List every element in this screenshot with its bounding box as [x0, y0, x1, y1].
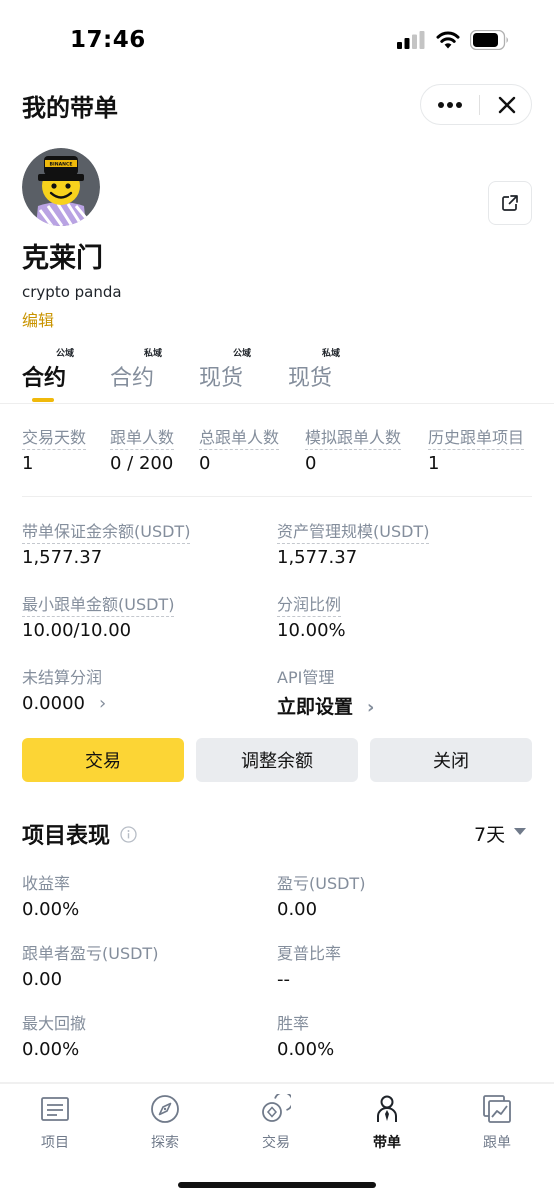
page-title: 我的带单 — [22, 94, 118, 122]
aum-value: 1,577.37 — [277, 547, 358, 568]
margin-balance-value: 1,577.37 — [22, 547, 103, 568]
chevron-right-icon: › — [98, 693, 107, 714]
min-copy-value: 10.00/10.00 — [22, 620, 132, 641]
chevron-right-icon: › — [367, 697, 375, 718]
tabs-divider — [0, 403, 554, 404]
caret-down-icon[interactable] — [514, 828, 526, 835]
follower-pnl-value: 0.00 — [22, 969, 63, 990]
nav-item-trade[interactable]: 交易 — [221, 1084, 331, 1154]
min-copy-label[interactable]: 最小跟单金额(USDT) — [22, 591, 175, 617]
tab-label: 合约 — [110, 366, 155, 391]
tab-spot-private[interactable]: 私域 现货 — [288, 349, 340, 392]
max-drawdown-value: 0.00% — [22, 1039, 80, 1060]
profile-name: 克莱门 — [22, 243, 103, 274]
profit-share-value: 10.00% — [277, 620, 346, 641]
tab-badge: 公域 — [233, 349, 252, 359]
follower-pnl-label: 跟单者盈亏(USDT) — [22, 944, 159, 963]
profile-subtitle: crypto panda — [22, 283, 122, 301]
stat-copiers-label[interactable]: 跟单人数 — [110, 424, 175, 450]
stat-trading-days-label[interactable]: 交易天数 — [22, 424, 87, 450]
aum-label[interactable]: 资产管理规模(USDT) — [277, 518, 430, 544]
api-setup-link: 立即设置 — [277, 696, 354, 718]
stat-mock-copiers-label[interactable]: 模拟跟单人数 — [305, 424, 402, 450]
lead-person-icon — [377, 1095, 397, 1122]
max-drawdown-label: 最大回撤 — [22, 1014, 87, 1033]
coins-icon — [262, 1094, 291, 1122]
roi-value: 0.00% — [22, 899, 80, 920]
roi-label: 收益率 — [22, 874, 71, 893]
tab-label: 现货 — [288, 366, 333, 391]
close-button[interactable] — [481, 85, 533, 124]
unsettled-row[interactable]: 0.0000 › — [22, 693, 106, 714]
tab-badge: 公域 — [56, 349, 75, 359]
adjust-balance-button[interactable]: 调整余额 — [196, 738, 358, 782]
stat-history-projects-label[interactable]: 历史跟单项目 — [428, 424, 525, 450]
status-bar: 17:46 — [0, 0, 554, 80]
avatar-hat-text: BINANCE — [50, 162, 73, 168]
nav-item-explore[interactable]: 探索 — [110, 1084, 220, 1154]
stat-trading-days-value: 1 — [22, 453, 34, 474]
list-icon — [41, 1097, 69, 1121]
stat-total-copiers-label[interactable]: 总跟单人数 — [199, 424, 280, 450]
miniapp-capsule — [420, 84, 532, 125]
chart-icon — [483, 1095, 511, 1123]
more-button[interactable] — [421, 85, 479, 124]
active-tab-indicator — [32, 398, 54, 402]
compass-icon — [151, 1095, 179, 1123]
sharpe-value: -- — [277, 969, 290, 990]
stat-history-projects-value: 1 — [428, 453, 440, 474]
section-divider — [22, 496, 532, 497]
stat-mock-copiers-value: 0 — [305, 453, 317, 474]
performance-title: 项目表现 — [22, 824, 111, 849]
stat-total-copiers-value: 0 — [199, 453, 211, 474]
nav-label: 跟单 — [483, 1135, 511, 1151]
status-time: 17:46 — [70, 27, 146, 53]
nav-item-copy[interactable]: 跟单 — [442, 1084, 552, 1154]
period-selector[interactable]: 7天 — [474, 820, 505, 847]
trade-button[interactable]: 交易 — [22, 738, 184, 782]
wifi-icon — [436, 31, 460, 49]
avatar[interactable]: BINANCE — [22, 148, 100, 226]
pnl-label: 盈亏(USDT) — [277, 874, 366, 893]
nav-label: 探索 — [151, 1135, 179, 1151]
margin-balance-label[interactable]: 带单保证金余额(USDT) — [22, 518, 191, 544]
nav-item-projects[interactable]: 项目 — [0, 1084, 110, 1154]
nav-item-lead[interactable]: 带单 — [332, 1084, 442, 1154]
sharpe-label: 夏普比率 — [277, 944, 342, 963]
tab-futures-public[interactable]: 公域 合约 — [22, 349, 74, 392]
capsule-divider — [479, 95, 480, 115]
home-indicator — [178, 1182, 376, 1188]
api-label: API管理 — [277, 668, 335, 687]
share-button[interactable] — [488, 181, 532, 225]
tab-label: 合约 — [22, 366, 67, 391]
profit-share-label[interactable]: 分润比例 — [277, 591, 342, 617]
tab-badge: 私域 — [322, 349, 341, 359]
more-dots-icon — [438, 101, 462, 108]
edit-link[interactable]: 编辑 — [22, 307, 54, 331]
cellular-signal-icon — [397, 31, 425, 49]
unsettled-value: 0.0000 — [22, 693, 85, 714]
nav-label: 项目 — [41, 1135, 69, 1151]
stat-copiers-value: 0 / 200 — [110, 453, 174, 474]
api-setup-row[interactable]: 立即设置 › — [277, 692, 374, 719]
tab-label: 现货 — [199, 366, 244, 391]
tab-badge: 私域 — [144, 349, 163, 359]
battery-icon — [470, 30, 508, 50]
win-rate-label: 胜率 — [277, 1014, 310, 1033]
win-rate-value: 0.00% — [277, 1039, 335, 1060]
tab-futures-private[interactable]: 私域 合约 — [110, 349, 162, 392]
tab-spot-public[interactable]: 公域 现货 — [199, 349, 251, 392]
close-project-button[interactable]: 关闭 — [370, 738, 532, 782]
pnl-value: 0.00 — [277, 899, 318, 920]
nav-label: 交易 — [262, 1135, 290, 1151]
close-icon — [498, 96, 516, 113]
panda-avatar-icon: BINANCE — [22, 148, 100, 226]
unsettled-label: 未结算分润 — [22, 668, 103, 687]
nav-label: 带单 — [373, 1135, 401, 1151]
share-icon — [502, 195, 518, 211]
info-icon[interactable] — [120, 826, 137, 843]
